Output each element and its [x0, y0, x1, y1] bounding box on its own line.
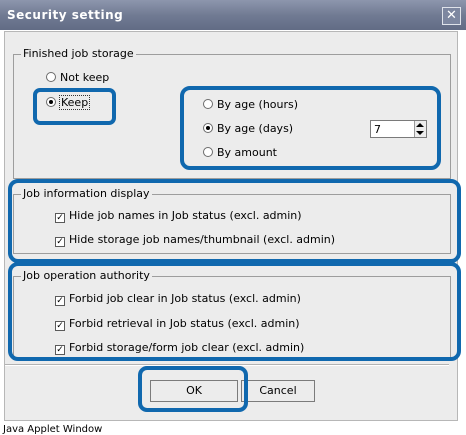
spin-buttons [414, 121, 426, 137]
by-age-hours-label: By age (hours) [217, 98, 299, 111]
forbid-storage-clear-label: Forbid storage/form job clear (excl. adm… [69, 341, 305, 354]
job-operation-authority-label: Job operation authority [21, 269, 152, 282]
close-icon: ✕ [446, 8, 457, 23]
not-keep-label: Not keep [60, 71, 110, 84]
radio-selected-icon [203, 123, 213, 133]
radio-by-amount[interactable]: By amount [203, 147, 277, 159]
radio-by-age-hours[interactable]: By age (hours) [203, 99, 298, 111]
checkbox-forbid-clear[interactable]: ✓ Forbid job clear in Job status (excl. a… [55, 293, 301, 306]
checkmark-icon: ✓ [55, 213, 65, 223]
radio-keep[interactable]: Keep [46, 95, 91, 110]
checkmark-icon: ✓ [55, 296, 65, 306]
days-value[interactable]: 7 [374, 123, 381, 136]
ok-button[interactable]: OK [150, 380, 238, 402]
radio-not-keep[interactable]: Not keep [46, 72, 109, 84]
hide-storage-names-label: Hide storage job names/thumbnail (excl. … [69, 233, 336, 246]
hide-job-names-label: Hide job names in Job status (excl. admi… [69, 209, 302, 222]
checkbox-forbid-retrieval[interactable]: ✓ Forbid retrieval in Job status (excl. a… [55, 318, 300, 331]
job-info-display-label: Job information display [21, 187, 152, 200]
security-setting-window: Security setting ✕ Finished job storage … [0, 0, 466, 435]
checkmark-icon: ✓ [55, 345, 65, 355]
forbid-retrieval-label: Forbid retrieval in Job status (excl. ad… [69, 317, 300, 330]
days-spinner[interactable]: 7 [370, 120, 427, 138]
radio-circle-icon [203, 147, 213, 157]
forbid-clear-label: Forbid job clear in Job status (excl. ad… [69, 292, 301, 305]
cancel-button[interactable]: Cancel [241, 380, 315, 402]
separator [5, 364, 449, 366]
status-bar-text: Java Applet Window [3, 424, 103, 435]
checkbox-hide-job-names[interactable]: ✓ Hide job names in Job status (excl. adm… [55, 210, 302, 223]
keep-label: Keep [58, 95, 91, 110]
checkmark-icon: ✓ [55, 321, 65, 331]
by-age-days-label: By age (days) [217, 122, 294, 135]
checkbox-hide-storage-names[interactable]: ✓ Hide storage job names/thumbnail (excl.… [55, 234, 335, 247]
checkmark-icon: ✓ [55, 237, 65, 247]
by-amount-label: By amount [217, 146, 277, 159]
arrow-down-icon[interactable] [416, 131, 424, 135]
radio-circle-icon [203, 99, 213, 109]
title-bar[interactable]: Security setting ✕ [0, 0, 466, 30]
arrow-up-icon[interactable] [416, 123, 424, 127]
radio-by-age-days[interactable]: By age (days) [203, 123, 293, 135]
radio-circle-icon [46, 72, 56, 82]
finished-job-storage-label: Finished job storage [21, 47, 136, 60]
close-button[interactable]: ✕ [442, 7, 461, 25]
radio-selected-icon [46, 97, 56, 107]
window-title: Security setting [7, 8, 124, 22]
checkbox-forbid-storage-clear[interactable]: ✓ Forbid storage/form job clear (excl. ad… [55, 342, 304, 355]
